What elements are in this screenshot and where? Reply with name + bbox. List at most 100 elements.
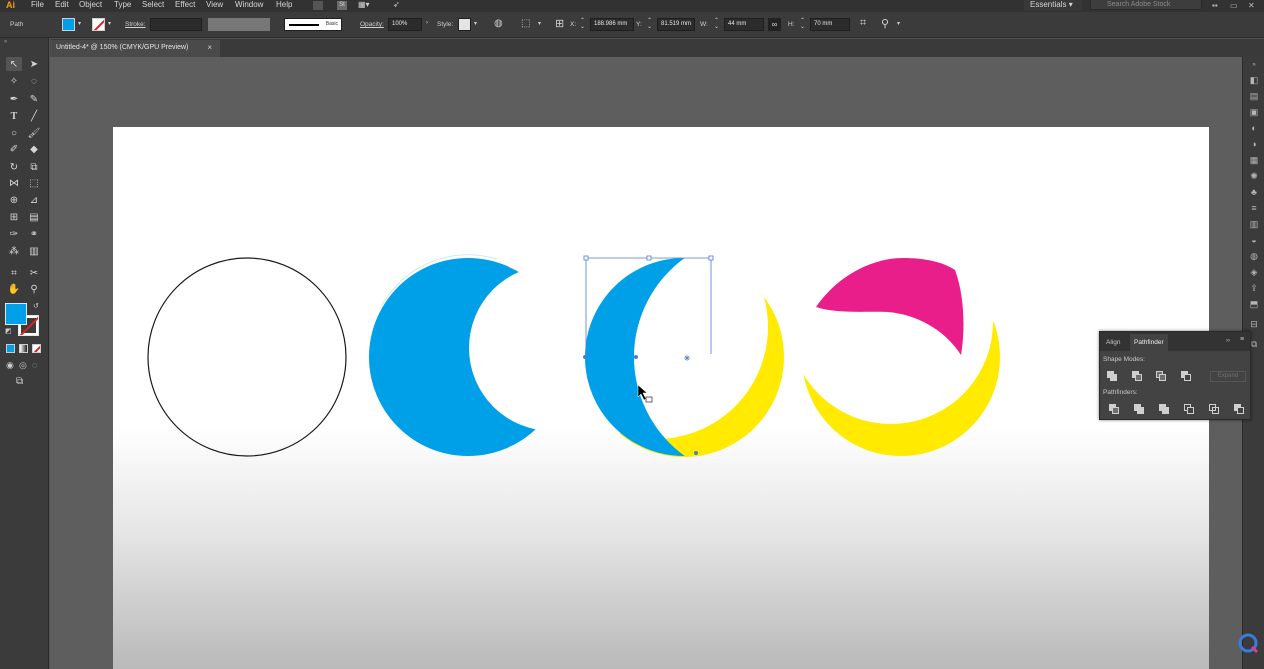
trim-icon[interactable]	[1134, 404, 1145, 415]
reference-point-icon[interactable]: ⊞	[555, 17, 564, 30]
cyan-crescent-shape[interactable]	[369, 254, 567, 456]
panel-menu-icon[interactable]: ▾	[897, 20, 900, 27]
bridge-icon[interactable]	[313, 1, 323, 10]
dock-collapse-icon[interactable]: »	[1247, 60, 1261, 70]
swap-fill-stroke-icon[interactable]: ↺	[33, 302, 39, 310]
constrain-proportions-icon[interactable]: ∞	[768, 18, 781, 31]
blend-tool-icon[interactable]: ⚭	[26, 227, 42, 241]
gpu-performance-icon[interactable]: ➶	[393, 0, 400, 9]
eyedropper-tool-icon[interactable]: ✑	[6, 227, 22, 241]
brush-definition[interactable]: Basic	[284, 18, 342, 31]
pen-tool-icon[interactable]: ✒	[6, 92, 22, 106]
w-stepper-icon[interactable]: ⌃ ⌄	[714, 18, 719, 30]
variable-width-profile[interactable]	[208, 18, 270, 31]
screen-mode-icon[interactable]: ⧉	[16, 376, 23, 387]
none-mode-icon[interactable]	[32, 344, 41, 353]
menu-select[interactable]: Select	[142, 0, 164, 9]
h-field[interactable]: 70 mm	[810, 18, 850, 31]
tab-align[interactable]: Align	[1102, 334, 1124, 351]
menu-effect[interactable]: Effect	[175, 0, 195, 9]
artboard[interactable]	[113, 127, 1209, 669]
stroke-dropdown-icon[interactable]: ▾	[108, 20, 111, 27]
shape-builder-tool-icon[interactable]: ⊕	[6, 193, 22, 207]
minimize-icon[interactable]: ▪▪	[1212, 1, 1218, 10]
tab-pathfinder[interactable]: Pathfinder	[1130, 334, 1168, 351]
brushes-panel-icon[interactable]: ✺	[1247, 171, 1261, 181]
w-field[interactable]: 44 mm	[724, 18, 764, 31]
stroke-label[interactable]: Stroke:	[125, 21, 146, 28]
zoom-tool-icon[interactable]: ⚲	[26, 282, 42, 296]
panel-menu-icon[interactable]: ≡	[1240, 336, 1244, 343]
gradient-tool-icon[interactable]: ▤	[26, 210, 42, 224]
stock-search-input[interactable]: Search Adobe Stock	[1090, 0, 1202, 10]
eraser-tool-icon[interactable]: ◆	[26, 142, 42, 156]
graphic-style-swatch[interactable]	[458, 18, 471, 31]
exclude-icon[interactable]	[1181, 371, 1192, 382]
lasso-tool-icon[interactable]: ◌	[26, 74, 42, 88]
minus-back-icon[interactable]	[1234, 404, 1245, 415]
stroke-weight-field[interactable]	[150, 18, 202, 31]
menu-type[interactable]: Type	[114, 0, 131, 9]
graphic-styles-panel-icon[interactable]: ◈	[1247, 267, 1261, 277]
artboard-tool-icon[interactable]: ⌗	[6, 266, 22, 280]
close-window-icon[interactable]: ✕	[1248, 1, 1255, 10]
slice-tool-icon[interactable]: ✂	[26, 266, 42, 280]
align-to-icon[interactable]: ⬚	[521, 18, 530, 29]
opacity-label[interactable]: Opacity:	[360, 21, 384, 28]
color-panel-icon[interactable]: ◐	[1247, 123, 1261, 133]
scale-tool-icon[interactable]: ⧉	[26, 160, 42, 174]
color-guide-icon[interactable]: ◑	[1247, 139, 1261, 149]
menu-edit[interactable]: Edit	[55, 0, 69, 9]
menu-window[interactable]: Window	[235, 0, 263, 9]
draw-inside-icon[interactable]: ◌	[32, 360, 37, 370]
cyan-crescent-selected[interactable]	[585, 258, 783, 456]
layers-panel-icon[interactable]: ▤	[1247, 91, 1261, 101]
align-panel-icon[interactable]: ⊟	[1247, 319, 1261, 329]
symbol-sprayer-tool-icon[interactable]: ⁂	[6, 244, 22, 258]
panel-collapse-icon[interactable]: ››	[1226, 338, 1230, 344]
minus-front-icon[interactable]	[1132, 371, 1143, 382]
line-tool-icon[interactable]: ╱	[26, 109, 42, 123]
rotate-tool-icon[interactable]: ↻	[6, 160, 22, 174]
opacity-field[interactable]: 100%	[388, 18, 422, 31]
transform-icon[interactable]: ⌗	[860, 17, 866, 30]
unite-icon[interactable]	[1107, 371, 1118, 382]
direct-selection-tool-icon[interactable]: ➤	[26, 57, 42, 71]
appearance-panel-icon[interactable]: ◍	[1247, 251, 1261, 261]
column-graph-tool-icon[interactable]: ▥	[26, 244, 42, 258]
y-stepper-icon[interactable]: ⌃ ⌄	[647, 18, 652, 30]
stock-icon[interactable]: St	[337, 1, 347, 10]
divide-icon[interactable]	[1109, 404, 1120, 415]
default-fill-stroke-icon[interactable]: ◩	[5, 327, 12, 335]
artboards-panel-icon[interactable]: ⬒	[1247, 299, 1261, 309]
magic-wand-tool-icon[interactable]: ✧	[6, 74, 22, 88]
draw-normal-icon[interactable]: ◉	[6, 360, 14, 371]
shaper-tool-icon[interactable]: ✐	[6, 142, 22, 156]
isolate-object-icon[interactable]: ⚲	[881, 17, 889, 30]
stroke-swatch[interactable]	[92, 18, 105, 31]
recolor-artwork-icon[interactable]: ◍	[494, 18, 503, 29]
paintbrush-tool-icon[interactable]: 🖌	[26, 126, 42, 140]
outline-icon[interactable]	[1209, 404, 1220, 415]
fill-dropdown-icon[interactable]: ▾	[78, 20, 81, 27]
perspective-grid-tool-icon[interactable]: ⊿	[26, 193, 42, 207]
color-mode-icon[interactable]	[6, 344, 15, 353]
width-tool-icon[interactable]: ⋈	[6, 176, 22, 190]
menu-view[interactable]: View	[206, 0, 223, 9]
align-dropdown-icon[interactable]: ▾	[538, 20, 541, 27]
gradient-mode-icon[interactable]	[19, 344, 28, 353]
outlined-circle[interactable]	[147, 257, 347, 457]
menu-help[interactable]: Help	[276, 0, 292, 9]
fill-swatch[interactable]	[62, 18, 75, 31]
style-dropdown-icon[interactable]: ▾	[474, 20, 477, 27]
opacity-arrow-icon[interactable]: ›	[426, 20, 428, 26]
merge-icon[interactable]	[1159, 404, 1170, 415]
ellipse-tool-icon[interactable]: ○	[6, 126, 22, 140]
asset-export-icon[interactable]: ⇪	[1247, 283, 1261, 293]
selection-tool-icon[interactable]: ↖	[6, 57, 22, 71]
toolbar-collapse-icon[interactable]: «	[4, 39, 44, 45]
swatches-panel-icon[interactable]: ▦	[1247, 155, 1261, 165]
expand-button[interactable]: Expand	[1210, 371, 1246, 382]
curvature-tool-icon[interactable]: ✎	[26, 92, 42, 106]
maximize-icon[interactable]: ▭	[1230, 1, 1238, 10]
